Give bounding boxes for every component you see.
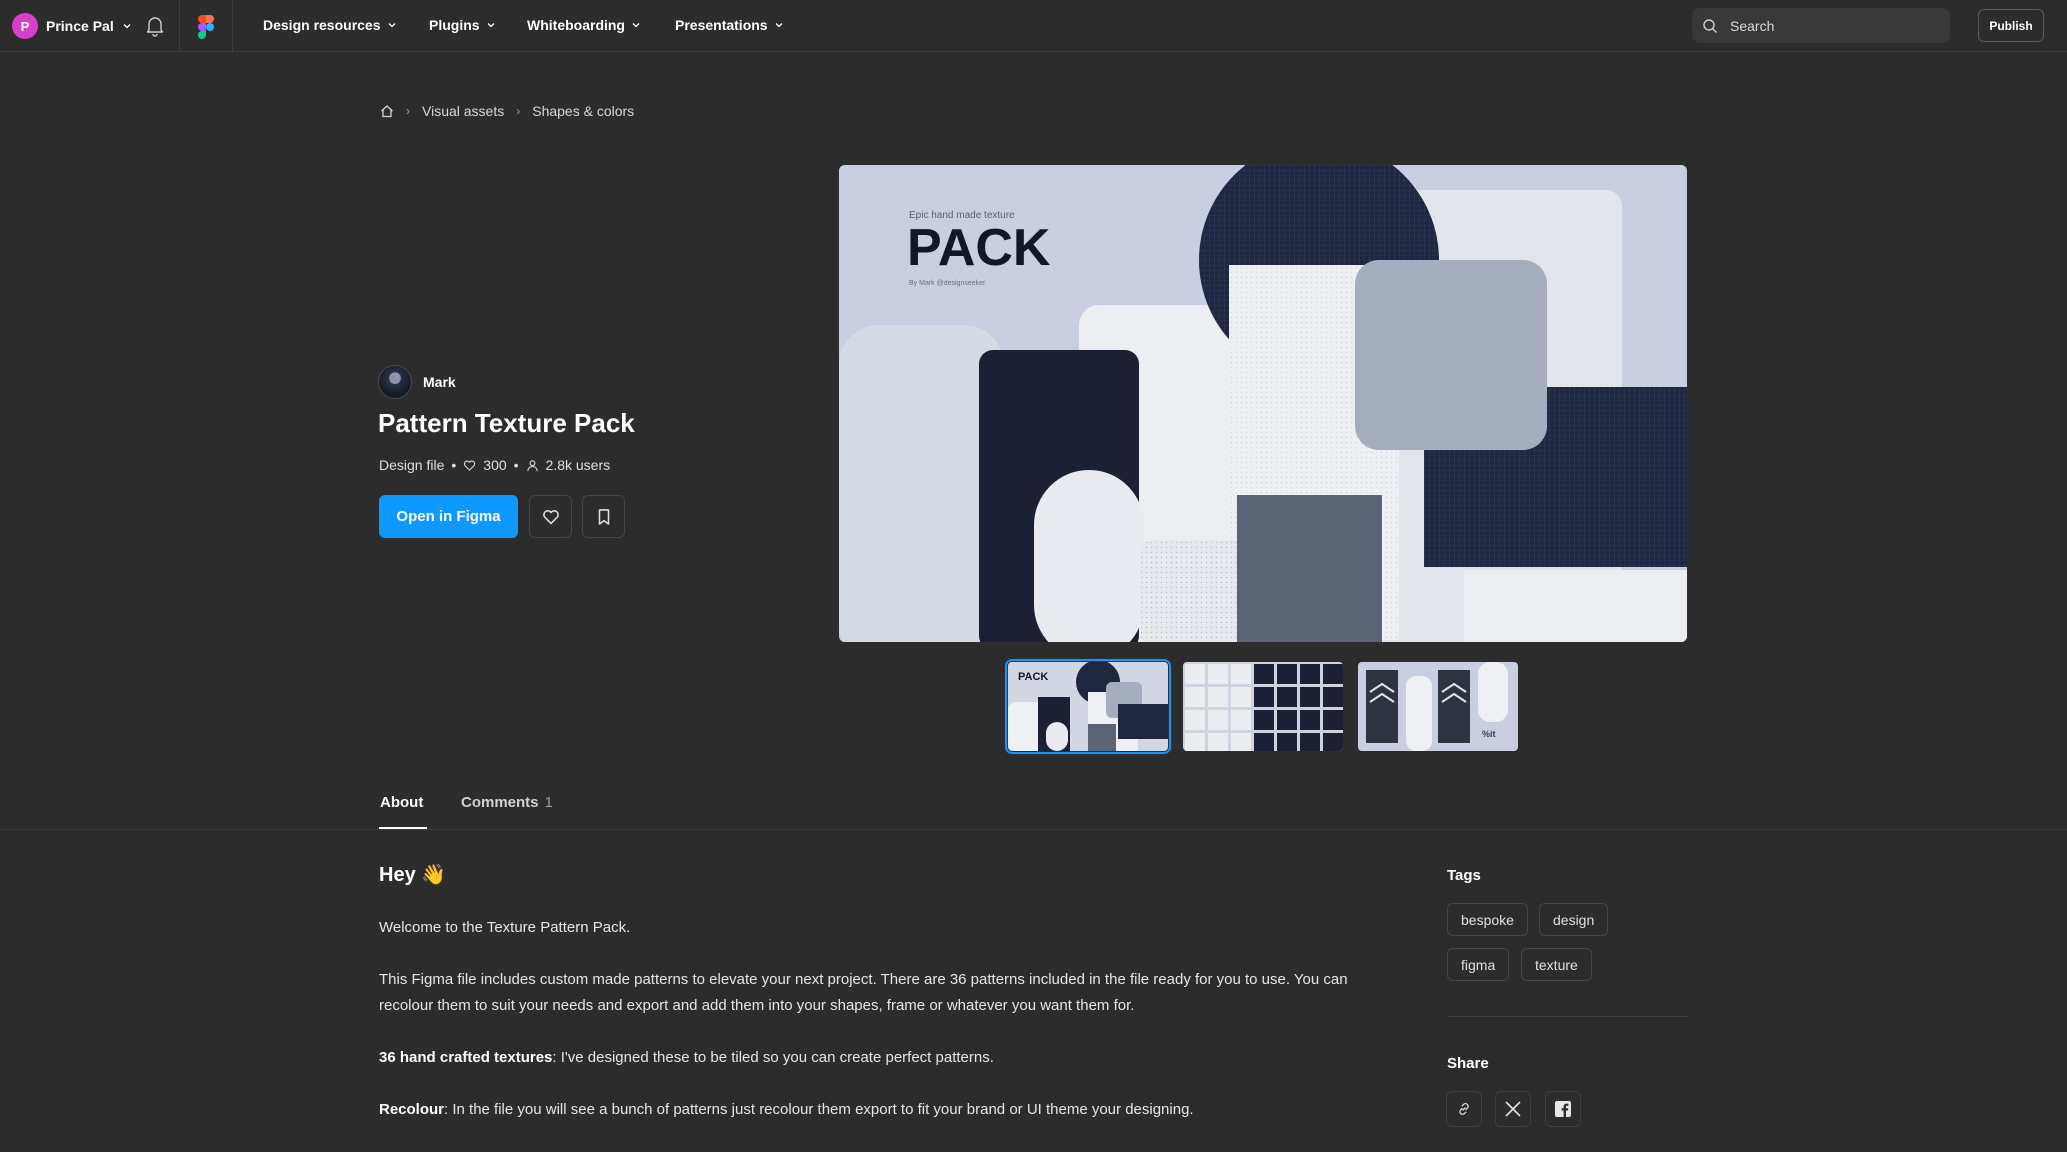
like-count: 300 [483, 457, 507, 473]
chevron-down-icon [632, 23, 640, 28]
preview-caption-by: By Mark @designseeker [909, 280, 986, 287]
meta-dot: • [451, 457, 457, 473]
thumbnail-3[interactable]: %it [1358, 662, 1518, 751]
preview-artwork: Epic hand made texture PACK By Mark @des… [839, 165, 1687, 642]
meta-dot: • [513, 457, 519, 473]
thumbnail-1[interactable]: PACK [1005, 659, 1171, 754]
facebook-icon [1555, 1101, 1571, 1117]
about-p4-bold: Recolour [379, 1101, 445, 1118]
share-facebook-button[interactable] [1545, 1091, 1581, 1127]
user-count: 2.8k users [545, 457, 611, 473]
nav-label: Presentations [675, 17, 768, 33]
like-button[interactable] [529, 495, 572, 538]
about-p3-bold: 36 hand crafted textures [379, 1049, 553, 1066]
about-paragraph-3: 36 hand crafted textures: I've designed … [379, 1045, 1399, 1071]
notification-bell-icon[interactable] [145, 15, 165, 37]
nav-label: Whiteboarding [527, 17, 625, 33]
breadcrumb: › Visual assets › Shapes & colors [380, 103, 634, 119]
x-logo-icon [1505, 1101, 1521, 1117]
nav-presentations[interactable]: Presentations [675, 17, 784, 33]
thumbnail-1-image: PACK [1008, 662, 1168, 751]
search-input[interactable] [1728, 16, 1932, 35]
nav-whiteboarding[interactable]: Whiteboarding [527, 17, 641, 33]
preview-caption-big: PACK [907, 219, 1051, 277]
chevron-right-icon: › [516, 104, 521, 118]
tag-design[interactable]: design [1539, 903, 1609, 936]
author-name[interactable]: Mark [423, 374, 456, 390]
thumbnail-2-image [1183, 662, 1343, 751]
tag-figma[interactable]: figma [1447, 948, 1510, 981]
tabs-divider [0, 829, 2067, 830]
thumbnail-1-caption: PACK [1018, 671, 1048, 683]
tag-bespoke[interactable]: bespoke [1447, 903, 1528, 936]
comments-count: 1 [544, 794, 553, 811]
chevron-down-icon [775, 23, 783, 28]
about-p4-text: : In the file you will see a bunch of pa… [444, 1101, 1194, 1118]
chevron-down-icon [388, 23, 395, 28]
figma-logo-icon[interactable] [198, 15, 214, 39]
heart-icon [542, 509, 559, 524]
search-box[interactable] [1692, 8, 1950, 43]
home-icon[interactable] [380, 104, 394, 118]
sidebar-divider [1447, 1016, 1689, 1017]
account-name: Prince Pal [46, 18, 114, 34]
nav-design-resources[interactable]: Design resources [263, 17, 397, 33]
share-x-button[interactable] [1495, 1091, 1531, 1127]
open-in-figma-button[interactable]: Open in Figma [379, 495, 518, 538]
link-icon [1459, 1103, 1469, 1115]
author[interactable]: Mark [378, 365, 456, 399]
tab-comments-label: Comments [461, 794, 539, 811]
file-type: Design file [379, 457, 445, 473]
tab-comments[interactable]: Comments 1 [461, 794, 553, 811]
tab-about[interactable]: About [380, 794, 423, 811]
nav-divider [232, 0, 233, 52]
page-title: Pattern Texture Pack [378, 408, 635, 438]
share-heading: Share [1447, 1055, 1489, 1072]
nav-plugins[interactable]: Plugins [429, 17, 496, 33]
bookmark-icon [598, 508, 609, 525]
nav-label: Design resources [263, 17, 381, 33]
breadcrumb-shapes-colors[interactable]: Shapes & colors [532, 103, 634, 119]
breadcrumb-visual-assets[interactable]: Visual assets [422, 103, 504, 119]
chevron-down-icon [123, 24, 131, 29]
heart-icon [464, 459, 476, 471]
preview-image: Epic hand made texture PACK By Mark @des… [839, 165, 1687, 642]
publish-button[interactable]: Publish [1978, 9, 2044, 42]
about-paragraph-1: Welcome to the Texture Pattern Pack. [379, 919, 631, 936]
thumbnail-3-caption: %it [1482, 729, 1496, 739]
avatar: P [12, 13, 38, 39]
chevron-down-icon [487, 23, 495, 28]
top-nav: P Prince Pal Design resources Plugins Wh… [0, 0, 2067, 52]
nav-label: Plugins [429, 17, 480, 33]
file-meta: Design file • 300 • 2.8k users [379, 457, 610, 473]
tags-heading: Tags [1447, 867, 1481, 884]
about-paragraph-2: This Figma file includes custom made pat… [379, 971, 1348, 1014]
tag-texture[interactable]: texture [1521, 948, 1592, 981]
thumbnail-3-image: %it [1358, 662, 1518, 751]
about-p3-text: : I've designed these to be tiled so you… [552, 1049, 994, 1066]
search-icon [1703, 18, 1717, 33]
author-avatar [378, 365, 412, 399]
copy-link-button[interactable] [1446, 1091, 1482, 1127]
bookmark-button[interactable] [582, 495, 625, 538]
user-icon [526, 459, 538, 471]
nav-divider [179, 0, 180, 52]
about-content: Hey 👋 Welcome to the Texture Pattern Pac… [379, 862, 1399, 1149]
chevron-right-icon: › [406, 104, 410, 118]
account-menu[interactable]: P Prince Pal [12, 13, 132, 39]
about-paragraph-4: Recolour: In the file you will see a bun… [379, 1097, 1399, 1123]
thumbnail-2[interactable] [1183, 662, 1343, 751]
about-heading: Hey 👋 [379, 864, 447, 886]
